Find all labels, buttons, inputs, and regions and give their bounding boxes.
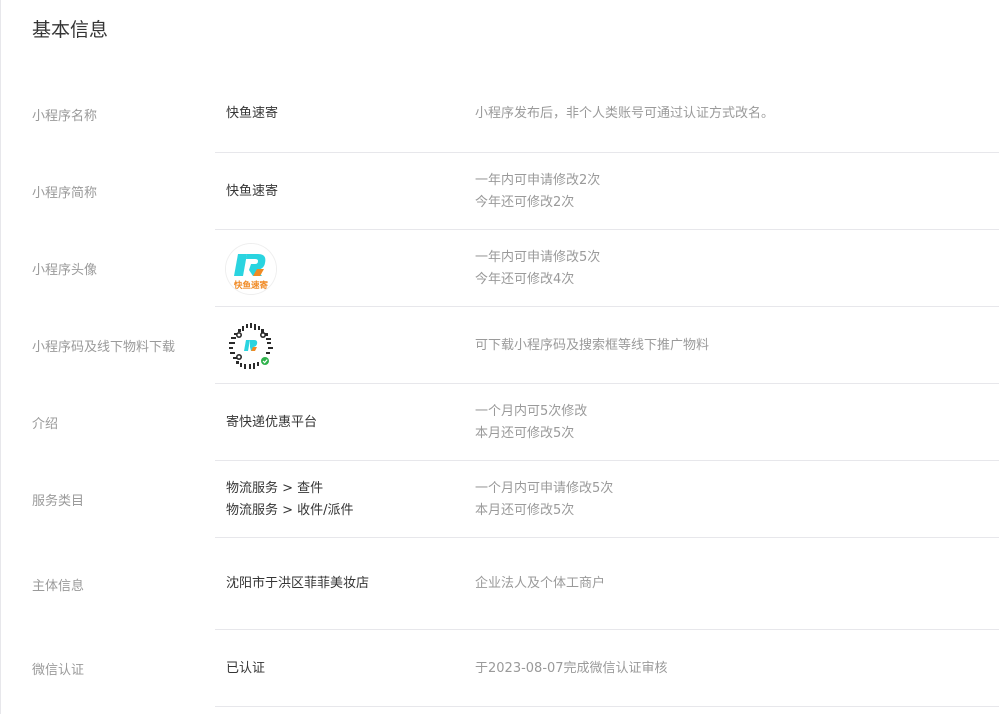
row-tip: 于2023-08-07完成微信认证审核: [475, 630, 668, 707]
row-avatar: 小程序头像 快鱼速寄 一年内可申请修改5次 今年还可修改4次: [1, 230, 999, 307]
row-tip: 一年内可申请修改2次 今年还可修改2次: [475, 153, 600, 230]
row-label: 小程序名称: [32, 108, 98, 124]
subject-tip: 企业法人及个体工商户: [475, 576, 606, 591]
wechat-auth-value: 已认证: [226, 630, 265, 707]
app-logo-icon[interactable]: 快鱼速寄: [226, 243, 276, 294]
row-label: 主体信息: [32, 578, 85, 594]
row-label: 小程序简称: [32, 186, 98, 201]
row-tip: 可下载小程序码及搜索框等线下推广物料: [475, 307, 709, 384]
category-item: 物流服务 > 收件/派件: [226, 502, 354, 518]
mini-program-code-graphic: [226, 320, 276, 371]
row-tip: 一年内可申请修改5次 今年还可修改4次: [475, 230, 600, 307]
app-name-value: 快鱼速寄: [226, 75, 278, 153]
short-name-value: 快鱼速寄: [226, 153, 278, 230]
category-tip-line-2: 本月还可修改5次: [475, 502, 575, 518]
row-tip: 一个月内可5次修改 本月还可修改5次: [475, 384, 587, 461]
row-label: 小程序头像: [32, 263, 98, 278]
qrcode-tip: 可下载小程序码及搜索框等线下推广物料: [475, 337, 710, 353]
wechat-auth-status: 已认证: [226, 660, 266, 676]
short-name-tip-line-1: 一年内可申请修改2次: [475, 172, 601, 188]
row-label: 服务类目: [32, 494, 85, 509]
intro-value: 寄快递优惠平台: [226, 384, 317, 461]
row-label: 小程序码及线下物料下载: [32, 340, 176, 355]
intro-tip-line-1: 一个月内可5次修改: [475, 403, 588, 419]
row-app-name: 小程序名称 快鱼速寄 小程序发布后，非个人类账号可通过认证方式改名。: [1, 75, 999, 153]
row-short-name: 小程序简称 快鱼速寄 一年内可申请修改2次 今年还可修改2次: [1, 153, 999, 230]
row-tip: 一个月内可申请修改5次 本月还可修改5次: [475, 461, 613, 538]
row-wechat-auth: 微信认证 已认证 于2023-08-07完成微信认证审核: [1, 630, 999, 707]
subject-value: 沈阳市于洪区菲菲美妆店: [226, 538, 369, 630]
app-logo-caption: 快鱼速寄: [234, 280, 269, 291]
short-name-tip-line-2: 今年还可修改2次: [475, 194, 575, 210]
row-divider: [215, 706, 999, 707]
avatar-tip-line-1: 一年内可申请修改5次: [475, 249, 601, 265]
row-tip: 小程序发布后，非个人类账号可通过认证方式改名。: [475, 75, 774, 153]
intro-text: 寄快递优惠平台: [226, 414, 318, 430]
section-title: 基本信息: [32, 19, 109, 41]
row-label: 微信认证: [32, 663, 85, 678]
intro-tip-line-2: 本月还可修改5次: [475, 425, 575, 441]
row-label: 介绍: [32, 417, 59, 432]
basic-info-page: 基本信息 小程序名称 快鱼速寄 小程序发布后，非个人类账号可通过认证方式改名。 …: [0, 0, 999, 714]
category-value: 物流服务 > 查件 物流服务 > 收件/派件: [226, 461, 354, 538]
category-item: 物流服务 > 查件: [226, 480, 324, 496]
row-tip: 企业法人及个体工商户: [475, 538, 605, 630]
info-list: 小程序名称 快鱼速寄 小程序发布后，非个人类账号可通过认证方式改名。 小程序简称…: [1, 75, 999, 707]
wechat-auth-tip: 于2023-08-07完成微信认证审核: [475, 660, 668, 676]
qrcode-value: [226, 307, 276, 384]
app-logo-graphic: 快鱼速寄: [226, 243, 276, 294]
row-subject-info: 主体信息 沈阳市于洪区菲菲美妆店 企业法人及个体工商户: [1, 538, 999, 630]
category-tip-line-1: 一个月内可申请修改5次: [475, 480, 614, 496]
subject-text: 沈阳市于洪区菲菲美妆店: [226, 576, 370, 591]
row-service-category: 服务类目 物流服务 > 查件 物流服务 > 收件/派件 一个月内可申请修改5次 …: [1, 461, 999, 538]
short-name-text: 快鱼速寄: [226, 183, 279, 199]
mini-program-code-icon[interactable]: [226, 320, 276, 371]
avatar-value: 快鱼速寄: [226, 230, 276, 307]
app-name-text: 快鱼速寄: [226, 106, 279, 121]
app-name-tip: 小程序发布后，非个人类账号可通过认证方式改名。: [475, 106, 775, 121]
row-qrcode: 小程序码及线下物料下载 可下载小程序码及搜索框等线下推广物料: [1, 307, 999, 384]
avatar-tip-line-2: 今年还可修改4次: [475, 271, 575, 287]
row-intro: 介绍 寄快递优惠平台 一个月内可5次修改 本月还可修改5次: [1, 384, 999, 461]
